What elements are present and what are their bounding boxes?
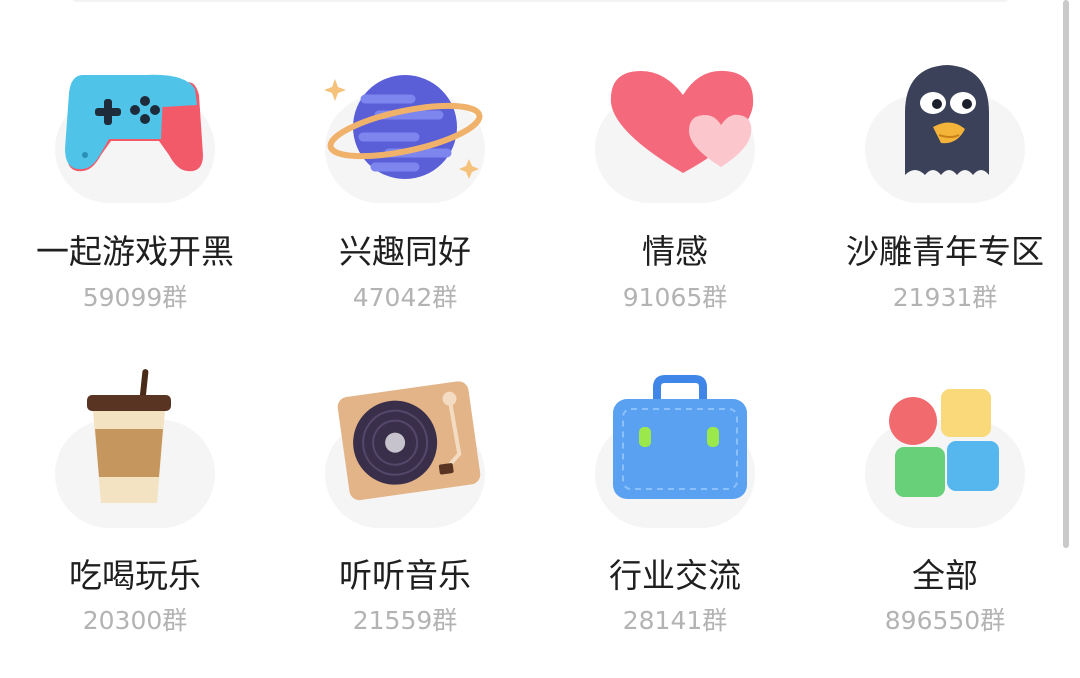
group-count: 28141群 <box>622 606 728 635</box>
vertical-scrollbar[interactable] <box>1063 0 1069 548</box>
category-tile-food-fun[interactable]: 吃喝玩乐 20300群 <box>0 0 270 635</box>
group-category-page: 一起游戏开黑 59099群 兴趣同好 47042群 情感 91065群 沙雕青年… <box>0 0 1080 678</box>
category-label: 全部 <box>912 556 978 595</box>
app-grid-icon <box>855 365 1035 515</box>
category-label: 行业交流 <box>609 556 741 595</box>
group-count: 20300群 <box>82 606 188 635</box>
category-tile-music[interactable]: 听听音乐 21559群 <box>270 0 540 635</box>
category-tile-industry[interactable]: 行业交流 28141群 <box>540 0 810 635</box>
record-player-icon <box>315 365 495 515</box>
coffee-cup-icon <box>45 365 225 515</box>
group-count: 21559群 <box>352 606 458 635</box>
group-count: 896550群 <box>884 606 1006 635</box>
category-tile-all[interactable]: 全部 896550群 <box>810 0 1080 635</box>
category-label: 吃喝玩乐 <box>69 556 201 595</box>
category-label: 听听音乐 <box>339 556 471 595</box>
briefcase-icon <box>585 365 765 515</box>
category-grid: 一起游戏开黑 59099群 兴趣同好 47042群 情感 91065群 沙雕青年… <box>0 0 1080 678</box>
